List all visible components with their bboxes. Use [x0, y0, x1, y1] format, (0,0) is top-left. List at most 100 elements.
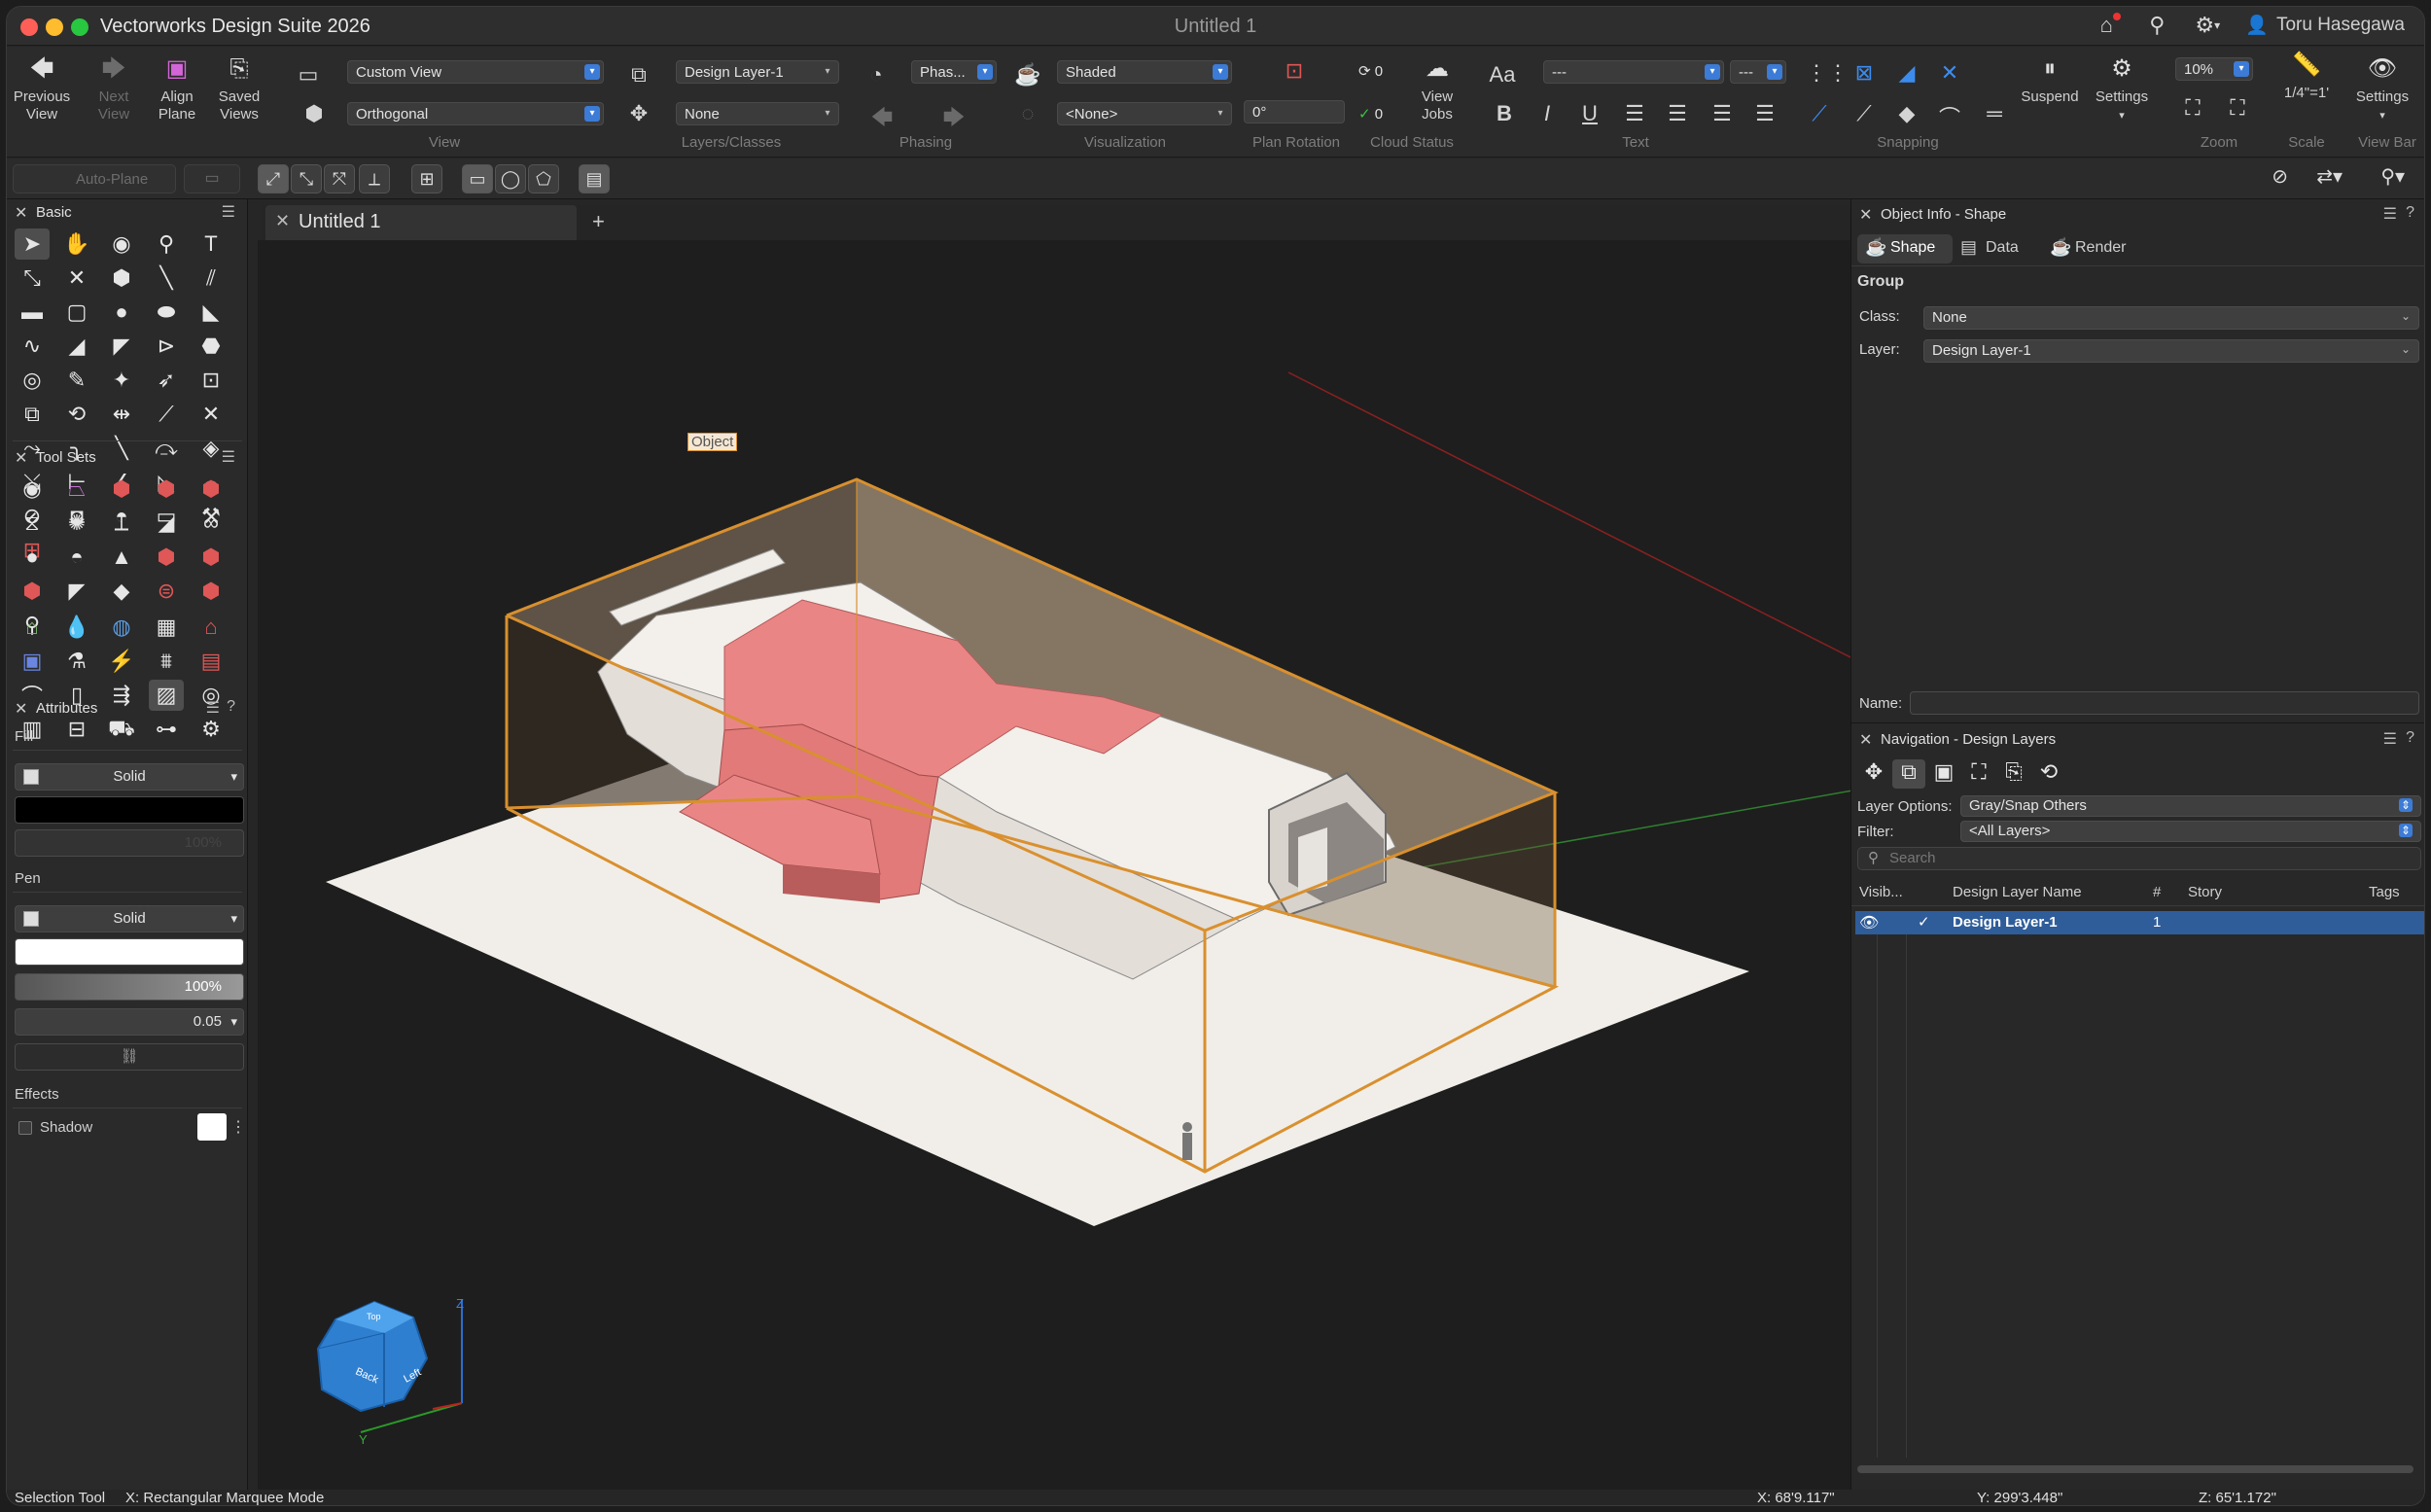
cube-top-face[interactable]: Top — [367, 1312, 381, 1321]
drawing-canvas[interactable]: Object Back Left Top Z Y — [258, 240, 1852, 1491]
sphere-icon[interactable]: ● — [15, 542, 50, 573]
hidden-tools-icon[interactable]: ⊘ — [2272, 164, 2288, 189]
layers-icon[interactable]: ⧉ — [625, 62, 652, 88]
fill-opacity-field[interactable]: 100% — [15, 829, 244, 857]
layer-dropdown[interactable]: Design Layer-1 ⌄ — [1923, 339, 2419, 363]
horizontal-scrollbar[interactable] — [1857, 1465, 2413, 1473]
double-polygon-tool-icon[interactable]: ⊳ — [149, 331, 184, 362]
render-teapot-icon[interactable]: ☕ — [1014, 62, 1041, 88]
circle-tool-icon[interactable]: ● — [104, 297, 139, 328]
plan-rotation-field[interactable]: 0° — [1244, 100, 1345, 123]
structure-icon[interactable]: ⌂ — [194, 612, 229, 643]
loft-icon[interactable]: ∞ — [194, 508, 229, 539]
zoom-field[interactable]: 10% ▾ — [2175, 57, 2253, 81]
nav-references-icon[interactable]: ⟲ — [2032, 759, 2065, 789]
energy-icon[interactable]: ⚡ — [104, 646, 139, 677]
font-icon[interactable]: Aa — [1489, 62, 1516, 88]
nav-classes-icon[interactable]: ✥ — [1857, 759, 1890, 789]
menu-icon[interactable]: ☰ — [222, 447, 235, 467]
phase-icon[interactable]: ◔ — [863, 62, 890, 88]
filter-dropdown[interactable]: <All Layers> ⇕ — [1960, 821, 2421, 842]
snap-grid-icon[interactable]: ⋮⋮ — [1806, 60, 1849, 86]
menu-icon[interactable]: ☰ — [222, 202, 235, 222]
solid-section-icon[interactable]: ⬢ — [15, 576, 50, 607]
solid-add-icon[interactable]: ⬢ — [149, 542, 184, 573]
spiral-tool-icon[interactable]: ◎ — [15, 365, 50, 396]
water-drop-icon[interactable]: 💧 — [59, 612, 94, 643]
new-tab-button[interactable]: + — [592, 209, 605, 234]
delete-tool-icon[interactable]: ✕ — [59, 263, 94, 294]
hemisphere-icon[interactable]: ◓ — [59, 542, 94, 573]
lighting-set-icon[interactable]: ⚗ — [59, 646, 94, 677]
selection-tool-icon[interactable]: ➤ — [15, 229, 50, 260]
push-pull-icon[interactable]: ⬢ — [104, 474, 139, 505]
oval-tool-icon[interactable]: ⬬ — [149, 297, 184, 328]
lighting-dropdown[interactable]: <None> ▾ — [1057, 102, 1232, 125]
close-icon[interactable]: ✕ — [15, 203, 27, 223]
move-tool-icon[interactable]: ⤡ — [15, 263, 50, 294]
align-right-icon[interactable]: ☰ — [1709, 101, 1736, 126]
extrude-tool-icon[interactable]: ⬢ — [104, 263, 139, 294]
view-jobs-button[interactable]: ☁ View Jobs — [1411, 57, 1463, 123]
flyover-tool-icon[interactable]: ◉ — [104, 229, 139, 260]
enable-single-object-scaling-mode[interactable]: ⤡ — [291, 164, 322, 193]
rotate-tool-icon[interactable]: ⟲ — [59, 399, 94, 430]
building-shell-icon[interactable]: ⌂ — [15, 612, 50, 643]
snap-point-icon[interactable]: ◆ — [1893, 101, 1920, 126]
lasso-marquee-mode[interactable]: ◯ — [495, 164, 526, 193]
col-number[interactable]: # — [2153, 884, 2161, 900]
phase-back-icon[interactable]: 🡄 — [868, 101, 896, 138]
deform-icon[interactable]: ◢ — [149, 508, 184, 539]
col-visibility[interactable]: Visib... — [1859, 884, 1903, 900]
classes-icon[interactable]: ✥ — [625, 101, 652, 126]
annotation-icon[interactable]: ▤ — [194, 646, 229, 677]
double-line-tool-icon[interactable]: ⫽ — [194, 263, 229, 294]
rectangle-tool-icon[interactable]: ▬ — [15, 297, 50, 328]
shell-icon[interactable]: ◤ — [59, 576, 94, 607]
font-dropdown[interactable]: --- ▾ — [1543, 60, 1724, 84]
pen-opacity-field[interactable]: 100% — [15, 973, 244, 1001]
view-3d-icon[interactable]: ✺ — [59, 508, 94, 539]
visualization-set-icon[interactable]: ▣ — [15, 646, 50, 677]
snap-angle-icon[interactable]: ◢ — [1893, 60, 1920, 86]
snap-object-icon[interactable]: ⊠ — [1850, 60, 1878, 86]
viewbar-settings-button[interactable]: 👁 Settings ▾ — [2348, 57, 2416, 124]
snap-distance-icon[interactable]: ⟋ — [1806, 101, 1833, 126]
help-icon[interactable]: ? — [2406, 729, 2414, 747]
phase-forward-icon[interactable]: 🡆 — [940, 101, 968, 138]
phase-dropdown[interactable]: Phas... ▾ — [911, 60, 997, 84]
tab-data[interactable]: ▤ Data — [1953, 234, 2040, 264]
site-icon[interactable]: ⩩ — [149, 646, 184, 677]
bold-icon[interactable]: B — [1491, 101, 1518, 126]
mirror-tool-icon[interactable]: ⇹ — [104, 399, 139, 430]
snap-surface-icon[interactable]: ═ — [1981, 101, 2008, 126]
text-tool-icon[interactable]: T — [194, 229, 229, 260]
pen-weight-field[interactable]: 0.05 ▾ — [15, 1008, 244, 1036]
nav-viewports-icon[interactable]: ⛶ — [1962, 759, 1995, 789]
globe-icon[interactable]: ◍ — [104, 612, 139, 643]
render-mode-dropdown[interactable]: Shaded ▾ — [1057, 60, 1232, 84]
snap-loci-mode[interactable]: ⊞ — [411, 164, 442, 193]
zoom-tool-icon[interactable]: ⚲ — [149, 229, 184, 260]
working-plane-3d-icon[interactable]: ⏢ — [59, 474, 94, 505]
taper-face-icon[interactable]: ⊜ — [149, 576, 184, 607]
class-dropdown[interactable]: None ▾ — [676, 102, 839, 125]
rounded-rectangle-tool-icon[interactable]: ▢ — [59, 297, 94, 328]
fit-walls-tool-icon[interactable]: ⊡ — [194, 365, 229, 396]
saved-views-button[interactable]: ⎘ Saved Views — [215, 57, 264, 123]
arc-tool-icon[interactable]: ◣ — [194, 297, 229, 328]
shadow-color-swatch[interactable] — [197, 1113, 227, 1141]
previous-view-button[interactable]: 🡄 Previous View — [13, 57, 71, 123]
pen-style-dropdown[interactable]: Solid ▾ — [15, 905, 244, 932]
shadow-options-icon[interactable]: ⋮ — [230, 1117, 246, 1137]
snap-edge-icon[interactable]: ⌒ — [1936, 101, 1963, 132]
polyline-tool-icon[interactable]: ◢ — [59, 331, 94, 362]
trim-tool-icon[interactable]: ✕ — [194, 399, 229, 430]
grid-table-icon[interactable]: ▦ — [149, 612, 184, 643]
extrude-3d-icon[interactable]: ⬢ — [149, 474, 184, 505]
nav-saved-views-icon[interactable]: ⎘ — [1997, 759, 2030, 789]
snap-tangent-icon[interactable]: ⟋ — [1850, 101, 1878, 126]
plane-mode[interactable]: ⟂ — [359, 164, 390, 193]
cube-3d-icon[interactable]: ⬢ — [194, 474, 229, 505]
pen-color-swatch[interactable] — [15, 938, 244, 966]
